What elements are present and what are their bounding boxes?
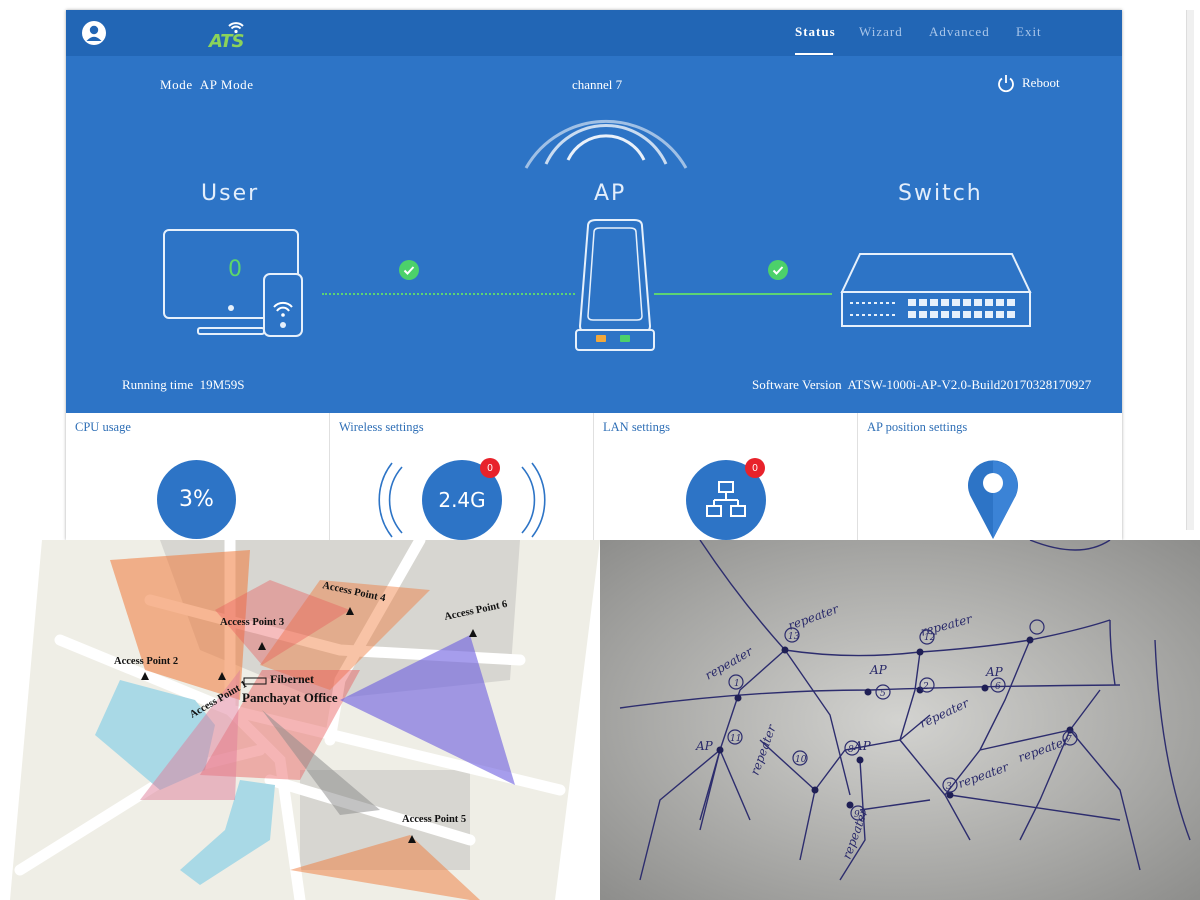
node-3-number: 3 bbox=[946, 782, 952, 792]
access-point-device-icon bbox=[575, 219, 655, 351]
user-ap-link bbox=[322, 293, 575, 295]
tab-status[interactable]: Status bbox=[795, 24, 836, 40]
cpu-usage-gauge: 3% bbox=[157, 460, 236, 539]
node-10-number: 10 bbox=[795, 755, 807, 765]
lan-notification-badge: 0 bbox=[745, 458, 765, 478]
user-avatar-icon[interactable] bbox=[82, 21, 106, 45]
status-overview: Mode AP Mode channel 7 Reboot User AP Sw… bbox=[66, 56, 1122, 413]
top-navigation-bar: ATS Status Wizard Advanced Exit bbox=[66, 10, 1122, 56]
running-time: Running time 19M59S bbox=[122, 377, 244, 393]
ap-switch-link bbox=[654, 293, 832, 295]
wireless-signal-icon bbox=[524, 120, 688, 169]
connected-user-count: 0 bbox=[228, 257, 242, 282]
map-pin-icon bbox=[968, 460, 1018, 539]
ap-8-label: AP bbox=[853, 739, 872, 753]
sketch-drawing: repeater 13 repeater 12 repeater 1 AP 5 … bbox=[600, 540, 1200, 900]
node-2-number: 2 bbox=[922, 682, 929, 692]
mode-value: AP Mode bbox=[199, 77, 254, 92]
channel-info: channel 7 bbox=[572, 77, 622, 93]
access-point-2-label: Access Point 2 bbox=[114, 656, 178, 667]
running-time-value: 19M59S bbox=[199, 377, 245, 392]
access-point-3-label: Access Point 3 bbox=[220, 617, 284, 628]
fibernet-label: Fibernet bbox=[270, 672, 314, 686]
panchayat-office-label: Panchayat Office bbox=[242, 690, 338, 705]
software-version-label: Software Version bbox=[752, 377, 842, 392]
mode-label: Mode bbox=[160, 77, 193, 92]
software-version: Software Version ATSW-1000i-AP-V2.0-Buil… bbox=[752, 377, 1091, 393]
node-7-number: 7 bbox=[1066, 735, 1072, 745]
node-11-number: 11 bbox=[730, 734, 741, 744]
switch-label: Switch bbox=[898, 181, 983, 206]
ap-11-label: AP bbox=[695, 739, 714, 753]
node-13-number: 13 bbox=[788, 632, 800, 642]
channel-value: 7 bbox=[615, 77, 623, 92]
tab-advanced[interactable]: Advanced bbox=[929, 24, 990, 40]
active-tab-indicator bbox=[795, 53, 833, 55]
coverage-map: Access Point 2 Access Point 1 Access Poi… bbox=[0, 540, 600, 900]
wireless-settings-title: Wireless settings bbox=[339, 420, 424, 434]
lan-settings-card[interactable]: LAN settings 0 bbox=[594, 413, 858, 540]
cpu-usage-title: CPU usage bbox=[75, 420, 131, 434]
node-12-number: 12 bbox=[924, 633, 936, 643]
reboot-label: Reboot bbox=[1022, 75, 1060, 90]
running-time-label: Running time bbox=[122, 377, 194, 392]
user-devices-icon bbox=[163, 229, 303, 337]
access-point-5-label: Access Point 5 bbox=[402, 814, 466, 825]
tab-wizard[interactable]: Wizard bbox=[859, 24, 903, 40]
ap-6-label: AP bbox=[985, 665, 1004, 679]
brand-logo: ATS bbox=[209, 18, 249, 52]
ap-label: AP bbox=[594, 181, 627, 206]
router-status-window: ATS Status Wizard Advanced Exit Mode AP … bbox=[66, 10, 1122, 540]
coverage-map-drawing: Access Point 2 Access Point 1 Access Poi… bbox=[10, 540, 600, 900]
node-6-number: 6 bbox=[995, 682, 1001, 692]
wireless-band-value: 2.4G bbox=[438, 488, 486, 512]
node-9-number: 9 bbox=[854, 810, 860, 820]
node-1-number: 1 bbox=[734, 679, 740, 689]
software-version-value: ATSW-1000i-AP-V2.0-Build20170328170927 bbox=[847, 377, 1092, 392]
mode-info: Mode AP Mode bbox=[160, 77, 254, 93]
network-switch-icon bbox=[840, 253, 1032, 327]
check-icon bbox=[768, 260, 788, 280]
wireless-settings-card[interactable]: Wireless settings 2.4G 0 bbox=[330, 413, 594, 540]
node-8-number: 8 bbox=[848, 745, 854, 755]
ap-position-settings-title: AP position settings bbox=[867, 420, 968, 434]
node-5-number: 5 bbox=[880, 689, 886, 699]
power-icon bbox=[998, 75, 1014, 93]
ap-5-label: AP bbox=[869, 663, 888, 677]
lan-settings-title: LAN settings bbox=[603, 420, 671, 434]
brand-logo-text: ATS bbox=[209, 31, 244, 52]
ap-position-settings-card[interactable]: AP position settings bbox=[858, 413, 1122, 540]
cpu-usage-value: 3% bbox=[179, 487, 214, 512]
user-label: User bbox=[201, 181, 260, 206]
check-icon bbox=[399, 260, 419, 280]
reboot-button[interactable]: Reboot bbox=[996, 72, 1060, 94]
tab-exit[interactable]: Exit bbox=[1016, 24, 1042, 40]
wireless-notification-badge: 0 bbox=[480, 458, 500, 478]
scrollbar[interactable] bbox=[1186, 10, 1194, 530]
hand-drawn-network-sketch: repeater 13 repeater 12 repeater 1 AP 5 … bbox=[600, 540, 1200, 900]
channel-label: channel bbox=[572, 77, 613, 92]
cpu-usage-card[interactable]: CPU usage 3% bbox=[66, 413, 330, 540]
